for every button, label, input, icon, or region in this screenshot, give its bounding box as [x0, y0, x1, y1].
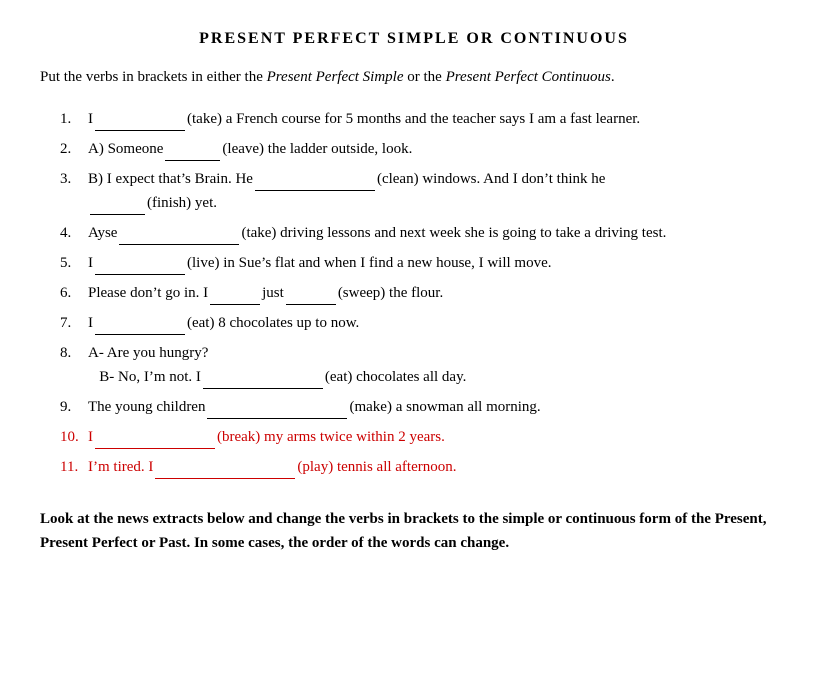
- list-item: 9. The young children(make) a snowman al…: [60, 395, 788, 419]
- list-item: 2. A) Someone(leave) the ladder outside,…: [60, 137, 788, 161]
- list-item: 11. I’m tired. I(play) tennis all aftern…: [60, 455, 788, 479]
- blank-4[interactable]: [119, 229, 239, 245]
- blank-7[interactable]: [95, 319, 185, 335]
- page-title: PRESENT PERFECT SIMPLE OR CONTINUOUS: [40, 30, 788, 48]
- blank-6b[interactable]: [286, 289, 336, 305]
- list-item: 10. I(break) my arms twice within 2 year…: [60, 425, 788, 449]
- list-item: 6. Please don’t go in. Ijust(sweep) the …: [60, 281, 788, 305]
- list-item: 5. I(live) in Sue’s flat and when I find…: [60, 251, 788, 275]
- blank-10[interactable]: [95, 433, 215, 449]
- blank-5[interactable]: [95, 259, 185, 275]
- exercise-list: 1. I(take) a French course for 5 months …: [60, 107, 788, 479]
- blank-3a[interactable]: [255, 175, 375, 191]
- blank-1[interactable]: [95, 115, 185, 131]
- blank-6a[interactable]: [210, 289, 260, 305]
- instructions: Put the verbs in brackets in either the …: [40, 66, 788, 89]
- blank-11[interactable]: [155, 463, 295, 479]
- list-item: 3. B) I expect that’s Brain. He(clean) w…: [60, 167, 788, 215]
- list-item: 1. I(take) a French course for 5 months …: [60, 107, 788, 131]
- blank-2[interactable]: [165, 145, 220, 161]
- blank-3b[interactable]: [90, 199, 145, 215]
- section2-text: Look at the news extracts below and chan…: [40, 507, 788, 555]
- list-item: 4. Ayse(take) driving lessons and next w…: [60, 221, 788, 245]
- blank-9[interactable]: [207, 403, 347, 419]
- list-item: 7. I(eat) 8 chocolates up to now.: [60, 311, 788, 335]
- list-item: 8. A- Are you hungry? B- No, I’m not. I(…: [60, 341, 788, 389]
- blank-8[interactable]: [203, 373, 323, 389]
